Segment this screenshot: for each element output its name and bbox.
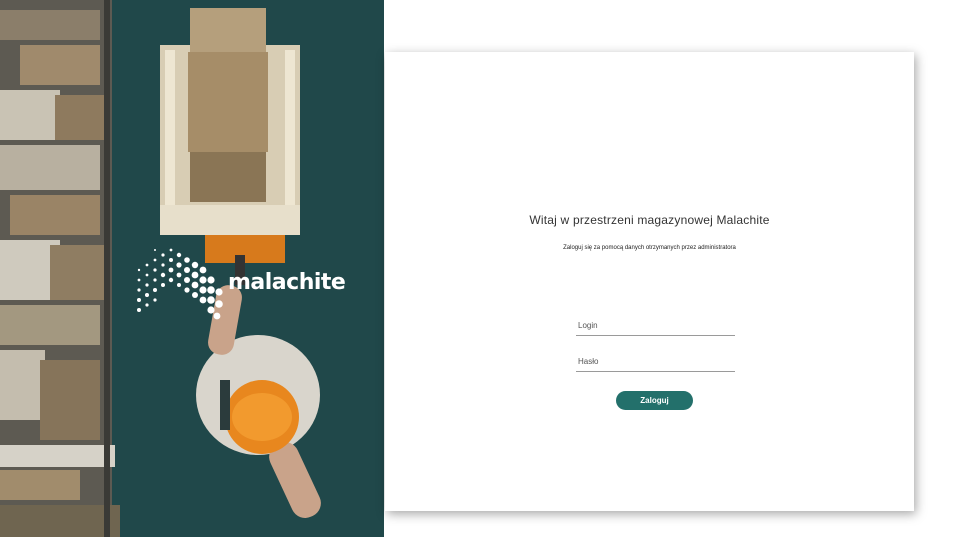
login-instructions: Zaloguj się za pomocą danych otrzymanych… xyxy=(563,245,736,251)
login-card: Witaj w przestrzeni magazynowej Malachit… xyxy=(385,52,914,511)
brand-logo: malachite xyxy=(133,244,346,324)
login-button[interactable]: Zaloguj xyxy=(616,391,693,410)
hero-image-panel: malachite xyxy=(0,0,384,537)
password-input[interactable] xyxy=(576,353,735,372)
welcome-heading: Witaj w przestrzeni magazynowej Malachit… xyxy=(529,213,770,227)
logo-dots-icon xyxy=(137,248,223,320)
login-input[interactable] xyxy=(576,317,735,336)
brand-name: malachite xyxy=(228,270,346,295)
